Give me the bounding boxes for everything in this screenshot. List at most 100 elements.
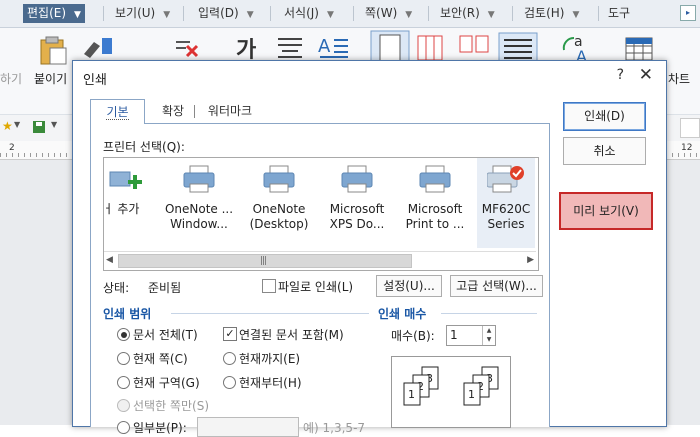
radio-from-current[interactable] (223, 376, 236, 389)
menu-view-label: 보기(U) (115, 6, 156, 20)
copies-label: 매수(B): (391, 329, 435, 343)
dialog-title: 인쇄 (83, 73, 107, 88)
menu-tools[interactable]: 도구 (604, 4, 634, 23)
svg-text:1: 1 (468, 388, 475, 401)
scrollbar-thumb[interactable]: ||| (118, 254, 412, 268)
current-page-label[interactable]: 현재 쪽(C) (133, 350, 188, 367)
menu-separator (353, 6, 354, 21)
chart-icon[interactable] (624, 36, 654, 62)
all-document-label[interactable]: 문서 전체(T) (133, 326, 198, 343)
printer-item-add[interactable]: ㅓ 추가 (103, 158, 156, 248)
printer-name: OneNote (Desktop) (249, 202, 309, 231)
collate-preview: 3 2 1 3 2 1 (391, 356, 511, 428)
paste-icon[interactable] (38, 34, 68, 66)
group-divider (171, 313, 369, 314)
linked-docs-label[interactable]: 연결된 문서 포함(M) (239, 326, 344, 343)
menu-edit[interactable]: 편집(E) ▼ (23, 4, 85, 23)
paste-label[interactable]: 붙이기 (34, 70, 67, 87)
printer-name: ㅓ 추가 (103, 202, 140, 216)
advanced-options-button[interactable]: 고급 선택(W)... (450, 275, 543, 297)
printer-icon (263, 165, 295, 193)
printer-item-xps[interactable]: Microsoft XPS Do... (321, 158, 393, 248)
copies-stepper[interactable]: 1 ▲ ▼ (446, 325, 496, 346)
chevron-down-icon[interactable]: ▼ (51, 120, 57, 129)
printer-icon (183, 165, 215, 193)
chevron-down-icon[interactable]: ▼ (14, 120, 20, 129)
cancel-button[interactable]: 취소 (563, 137, 646, 165)
toolbar-field[interactable] (680, 118, 700, 138)
save-icon[interactable] (32, 120, 46, 134)
printer-item-print-to-pdf[interactable]: Microsoft Print to ... (399, 158, 471, 248)
print-to-file-checkbox[interactable] (262, 279, 276, 293)
format-painter-icon[interactable] (80, 34, 120, 62)
print-button[interactable]: 인쇄(D) (563, 102, 646, 131)
current-section-label[interactable]: 현재 구역(G) (133, 374, 200, 391)
scroll-left-icon[interactable]: ◀ (106, 255, 113, 265)
printer-list-scrollbar[interactable]: ◀ ||| ▶ (104, 251, 536, 269)
printer-name: Microsoft Print to ... (405, 202, 465, 231)
until-current-label[interactable]: 현재까지(E) (239, 350, 300, 367)
collate-pages-icon: 3 2 1 3 2 1 (403, 366, 499, 406)
copies-value[interactable]: 1 (450, 328, 458, 342)
multi-page-icon[interactable] (458, 34, 492, 62)
menu-page[interactable]: 쪽(W) ▼ (361, 4, 416, 23)
add-printer-icon (109, 171, 142, 189)
from-current-label[interactable]: 현재부터(H) (239, 374, 302, 391)
chevron-down-icon: ▼ (163, 10, 171, 20)
chevron-down-icon: ▼ (572, 10, 580, 20)
radio-all-document[interactable] (117, 328, 130, 341)
printer-item-onenote-desktop[interactable]: OneNote (Desktop) (244, 158, 314, 248)
radio-current-page[interactable] (117, 352, 130, 365)
printer-item-mf620c[interactable]: MF620C Series (477, 158, 535, 248)
menu-separator (428, 6, 429, 21)
menu-format[interactable]: 서식(J) ▼ (280, 4, 338, 23)
delete-icon[interactable] (172, 34, 200, 60)
menu-page-label: 쪽(W) (365, 6, 398, 20)
print-to-file-label[interactable]: 파일로 인쇄(L) (278, 278, 353, 295)
printer-icon (341, 165, 373, 193)
menu-view[interactable]: 보기(U) ▼ (111, 4, 174, 23)
tab-expand[interactable]: 확장 (155, 99, 191, 123)
menu-format-label: 서식(J) (284, 6, 319, 20)
tab-panel: 프린터 선택(Q): ㅓ 추가 OneNote ... Window... One… (90, 123, 550, 437)
undo-label[interactable]: 하기 (0, 70, 22, 87)
printer-select-label: 프린터 선택(Q): (103, 140, 185, 154)
menu-security[interactable]: 보안(R) ▼ (436, 4, 499, 23)
style-icon[interactable]: A (318, 34, 350, 60)
chevron-down-icon: ▼ (405, 10, 413, 20)
printer-settings-button[interactable]: 설정(U)... (376, 275, 442, 297)
chart-label[interactable]: 차트 (668, 70, 690, 87)
radio-selected-pages (117, 399, 130, 412)
tab-watermark[interactable]: 워터마크 (202, 99, 258, 123)
scroll-right-icon[interactable]: ▶ (527, 255, 534, 265)
menu-edit-label: 편집(E) (27, 6, 67, 20)
printer-item-onenote-windows[interactable]: OneNote ... Window... (160, 158, 238, 248)
tab-basic[interactable]: 기본 (90, 99, 145, 124)
menu-insert[interactable]: 입력(D) ▼ (194, 4, 258, 23)
paragraph-shape-icon[interactable] (276, 36, 304, 58)
partial-input[interactable] (197, 417, 299, 437)
star-icon[interactable]: ★ (2, 119, 13, 133)
printer-name: Microsoft XPS Do... (329, 202, 385, 231)
chevron-down-icon: ▼ (74, 10, 81, 20)
help-icon[interactable]: ? (617, 67, 624, 83)
radio-until-current[interactable] (223, 352, 236, 365)
menu-scroll-right-icon[interactable]: ▸ (680, 5, 696, 21)
menu-separator (103, 6, 104, 21)
linked-docs-checkbox[interactable]: ✓ (223, 327, 237, 341)
print-preview-button[interactable]: 미리 보기(V) (559, 192, 653, 230)
radio-partial[interactable] (117, 421, 130, 434)
radio-current-section[interactable] (117, 376, 130, 389)
printer-list[interactable]: ㅓ 추가 OneNote ... Window... OneNote (Deskto… (103, 157, 539, 271)
printer-name: MF620C Series (481, 202, 531, 231)
partial-hint: 예) 1,3,5-7 (303, 421, 366, 435)
menu-insert-label: 입력(D) (198, 6, 239, 20)
spin-arrows-icon[interactable]: ▲ ▼ (482, 326, 495, 345)
partial-label[interactable]: 일부분(P): (133, 419, 187, 436)
menu-bar: 편집(E) ▼ 보기(U) ▼ 입력(D) ▼ 서식(J) ▼ 쪽(W) ▼ 보안(R) ▼… (0, 0, 700, 28)
menu-review[interactable]: 검토(H) ▼ (520, 4, 583, 23)
menu-tools-label: 도구 (608, 6, 631, 20)
close-icon[interactable]: ✕ (639, 65, 653, 85)
copies-title: 인쇄 매수 (378, 307, 427, 321)
columns-icon[interactable] (416, 34, 444, 62)
